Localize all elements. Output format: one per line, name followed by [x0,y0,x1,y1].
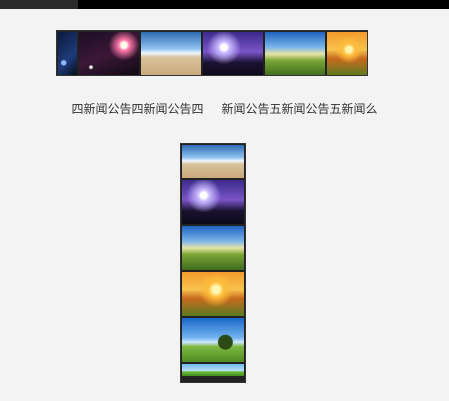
vertical-image-scroller[interactable] [180,143,246,383]
vthumb-purple-sky[interactable] [182,180,244,224]
vthumb-field[interactable] [182,226,244,270]
top-tab[interactable] [0,0,78,9]
marquee-segment-2[interactable]: 新闻公告五新闻公告五新闻么 [222,100,378,120]
thumb-purple-sky[interactable] [203,32,263,75]
thumb-field[interactable] [265,32,325,75]
marquee-segment-1[interactable]: 四新闻公告四新闻公告四 [71,100,203,120]
thumb-beach[interactable] [141,32,201,75]
top-bar [0,0,449,9]
vthumb-grass[interactable] [182,364,244,376]
horizontal-image-scroller[interactable] [56,30,368,76]
vthumb-tree[interactable] [182,318,244,362]
thumb-sunset[interactable] [327,32,367,75]
news-marquee: 四新闻公告四新闻公告四 新闻公告五新闻公告五新闻么 [0,100,449,120]
thumb-space[interactable] [58,32,77,75]
vthumb-beach[interactable] [182,145,244,178]
vthumb-sunset[interactable] [182,272,244,316]
thumb-planet[interactable] [79,32,139,75]
